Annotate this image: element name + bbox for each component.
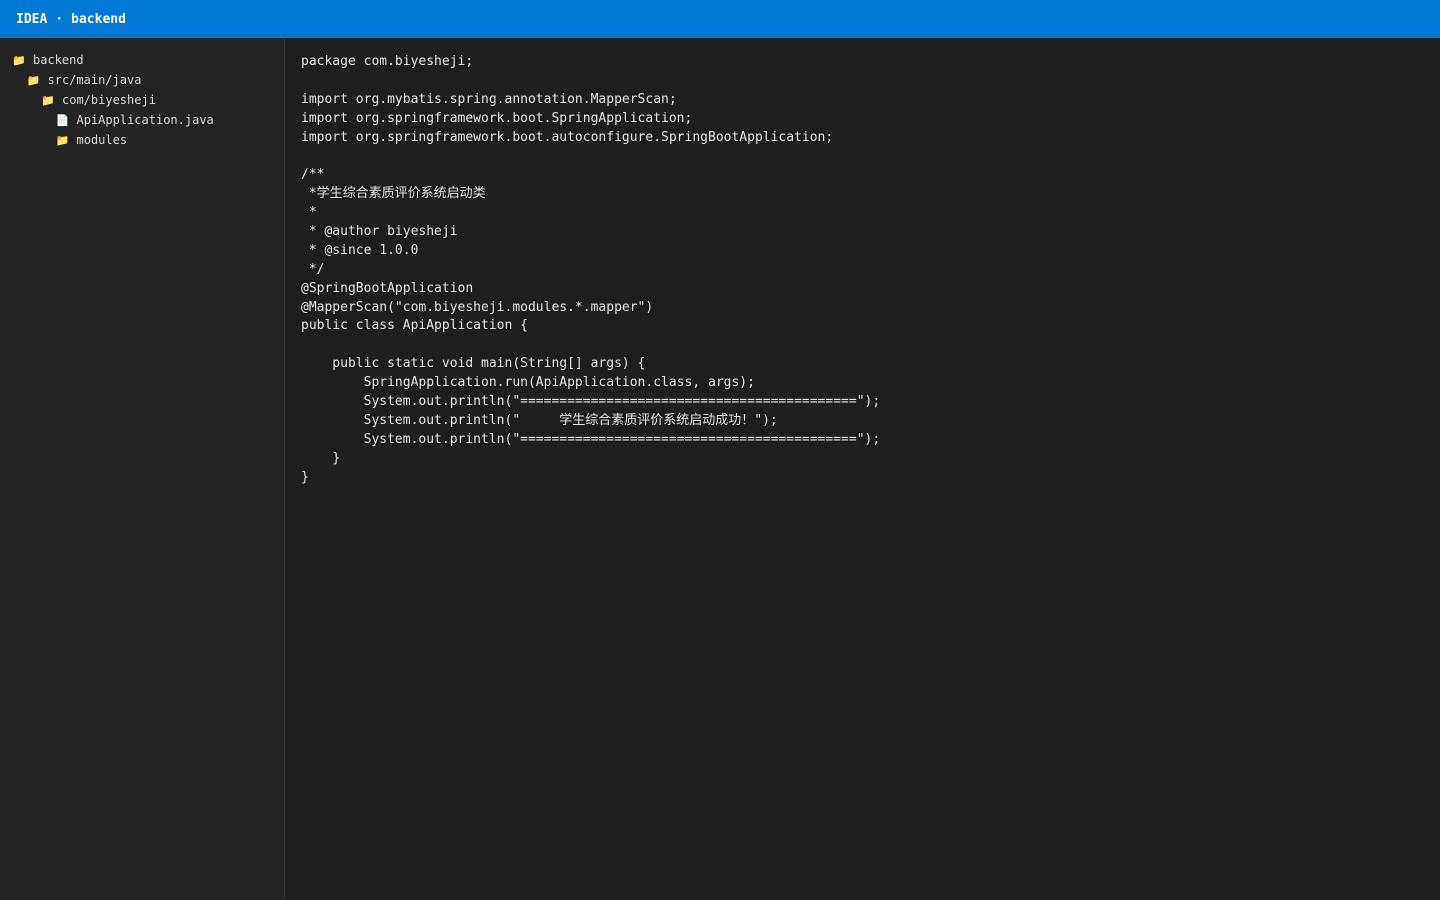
code-line: SpringApplication.run(ApiApplication.cla… [301,375,755,391]
tree-item-label: com/biyesheji [62,93,156,107]
code-editor[interactable]: package com.biyesheji; import org.mybatis… [286,38,1440,900]
folder-icon: 📁 [26,73,41,87]
code-line: } [301,469,309,485]
project-name: backend [71,11,126,27]
code-line: * @author biyesheji [301,224,458,240]
code-line: import org.springframework.boot.SpringAp… [301,110,693,126]
tree-item[interactable]: 📄 ApiApplication.java [0,110,284,130]
code-line: System.out.println("====================… [301,431,881,447]
folder-icon: 📁 [55,133,70,147]
tree-item[interactable]: 📁 backend [0,50,284,70]
code-line: @MapperScan("com.biyesheji.modules.*.map… [301,299,654,315]
app-name: IDEA [16,11,48,27]
file-icon: 📄 [55,113,70,127]
tree-item-label: backend [33,53,84,67]
folder-icon: 📁 [12,53,26,67]
tree-item[interactable]: 📁 src/main/java [0,70,284,90]
code-line: * @since 1.0.0 [301,242,419,258]
title-separator: · [55,11,64,27]
code-line: System.out.println(" 学生综合素质评价系统启动成功！"); [301,412,778,428]
code-line: System.out.println("====================… [301,394,881,410]
code-line: public static void main(String[] args) { [301,356,646,372]
code-line: *学生综合素质评价系统启动类 [301,186,486,202]
window-titlebar: IDEA · backend [0,0,1440,38]
project-tree: 📁 backend 📁 src/main/java 📁 com/biyesheji 📄 Api… [0,38,285,900]
code-line: * [301,205,317,221]
code-line: @SpringBootApplication [301,280,474,296]
folder-icon: 📁 [41,93,55,107]
code-line: } [301,450,341,466]
tree-item[interactable]: 📁 com/biyesheji [0,90,284,110]
tree-item-label: ApiApplication.java [76,113,214,127]
tree-item-label: modules [76,133,128,147]
tree-item-label: src/main/java [47,73,142,87]
code-line: */ [301,261,325,277]
code-line: package com.biyesheji; [301,54,474,69]
code-line: /** [301,167,325,183]
code-line: public class ApiApplication { [301,318,528,334]
code-line: import org.mybatis.spring.annotation.Map… [301,91,677,107]
tree-item[interactable]: 📁 modules [0,130,284,150]
code-line: import org.springframework.boot.autoconf… [301,129,834,145]
